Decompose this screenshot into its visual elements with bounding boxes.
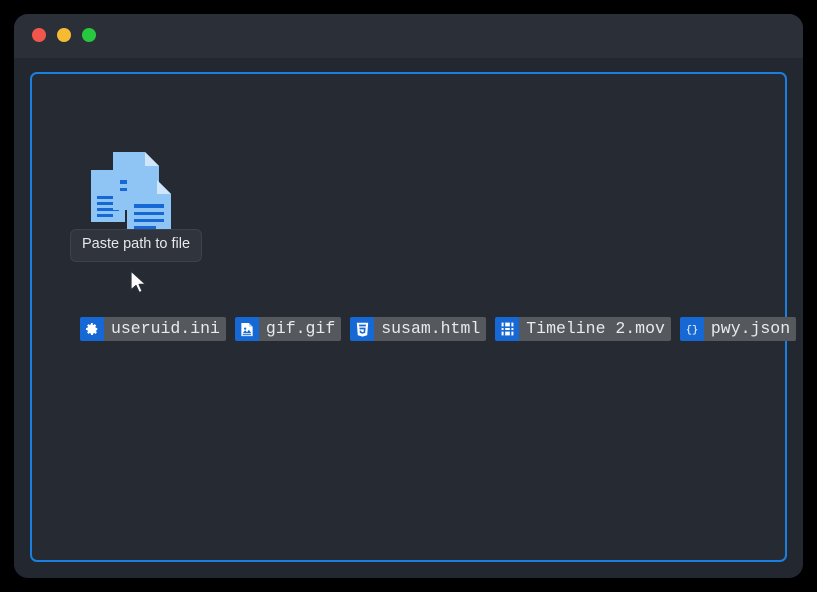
- file-chip-pwy-json[interactable]: {} pwy.json: [679, 317, 797, 341]
- file-chip-list: useruid.ini gif.gif susam.html Timeline …: [80, 317, 797, 341]
- desktop-background: Paste path to file useruid.ini gif.gif s…: [0, 0, 817, 592]
- gear-icon: [80, 317, 104, 341]
- file-chip-label: Timeline 2.mov: [519, 317, 671, 341]
- mouse-pointer-icon: [129, 270, 149, 296]
- paste-path-tooltip: Paste path to file: [70, 229, 203, 262]
- file-chip-label: gif.gif: [258, 317, 342, 341]
- window-content: Paste path to file useruid.ini gif.gif s…: [14, 58, 803, 578]
- close-button[interactable]: [32, 28, 46, 42]
- application-window: Paste path to file useruid.ini gif.gif s…: [14, 14, 803, 578]
- drop-zone-canvas[interactable]: Paste path to file useruid.ini gif.gif s…: [30, 72, 797, 562]
- braces-icon: {}: [679, 317, 704, 341]
- file-chip-label: useruid.ini: [104, 317, 226, 341]
- film-strip-icon: [495, 317, 520, 341]
- file-chip-susam-html[interactable]: susam.html: [350, 317, 487, 341]
- file-chip-label: pwy.json: [703, 317, 797, 341]
- svg-text:{}: {}: [686, 325, 699, 336]
- image-file-icon: [234, 317, 259, 341]
- window-controls: [32, 28, 96, 42]
- file-chip-useruid-ini[interactable]: useruid.ini: [80, 317, 226, 341]
- window-titlebar: [14, 14, 803, 58]
- maximize-button[interactable]: [82, 28, 96, 42]
- multiple-documents-icon: [89, 150, 171, 232]
- file-chip-gif-gif[interactable]: gif.gif: [234, 317, 342, 341]
- file-chip-label: susam.html: [374, 317, 487, 341]
- file-chip-timeline-2-mov[interactable]: Timeline 2.mov: [495, 317, 671, 341]
- minimize-button[interactable]: [57, 28, 71, 42]
- html5-icon: [350, 317, 375, 341]
